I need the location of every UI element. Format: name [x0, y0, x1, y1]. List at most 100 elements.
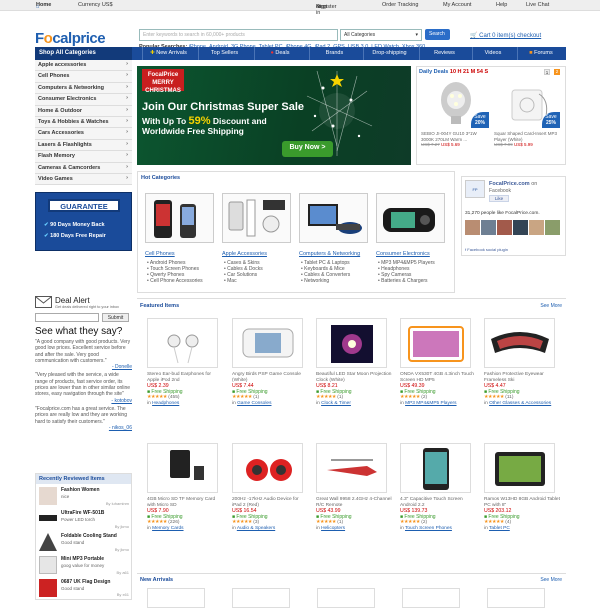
product-card[interactable] [317, 588, 375, 608]
search-input[interactable]: Enter keywords to search in 60,000+ prod… [139, 29, 338, 41]
product-image[interactable] [232, 443, 303, 493]
sub-link[interactable]: • Cell Phone Accessories [147, 278, 203, 284]
category-link[interactable]: Game Consoles [237, 401, 271, 406]
category-link[interactable]: Audio & Speakers [237, 526, 275, 531]
tab-forums[interactable]: ■ Forums [517, 47, 564, 60]
sub-link[interactable]: • Mac [224, 278, 263, 284]
hot-category-electronics[interactable]: Consumer Electronics [376, 251, 430, 257]
sidebar-item-flash-memory[interactable]: Flash Memory [35, 151, 132, 163]
product-image[interactable] [316, 318, 387, 368]
product-name[interactable]: 4.3" Capacitive Touch Screen Android 2.2 [400, 497, 476, 508]
help-link[interactable]: Help [496, 2, 507, 8]
testimonial-author[interactable]: - nikos_06 [35, 425, 132, 431]
product-card[interactable]: Beautiful LED Star Moon Projection Clock… [316, 318, 392, 407]
my-account-link[interactable]: My Account [443, 2, 471, 8]
sidebar-item-cameras[interactable]: Cameras & Camcorders [35, 162, 132, 174]
category-link[interactable]: Headphones [152, 401, 179, 406]
submit-button[interactable]: Submit [102, 313, 129, 322]
tab-brands[interactable]: Brands [309, 47, 359, 60]
testimonial-author[interactable]: - Donelle [35, 364, 132, 370]
focalprice-logo[interactable]: Focalprice [35, 30, 106, 47]
product-card[interactable]: 4.3" Capacitive Touch Screen Android 2.2… [400, 443, 476, 532]
product-image[interactable] [147, 443, 218, 493]
tab-new-arrivals[interactable]: ✚ New Arrivals [142, 47, 194, 60]
product-name[interactable]: Ramos W13HD 8GB Android Tablet PC with 8… [484, 497, 560, 508]
product-card[interactable]: Fashion Protective Eyewear Frameless Ski… [484, 318, 560, 407]
category-link[interactable]: Other Glasses & Accessories [489, 401, 551, 406]
product-image[interactable] [316, 443, 387, 493]
avatar[interactable] [545, 220, 560, 235]
sidebar-item-lasers[interactable]: Lasers & Flashlights [35, 139, 132, 152]
product-card[interactable]: Great Wall 9958 2.4GHz 4-Channel R/C Rem… [316, 443, 392, 532]
product-image[interactable] [147, 318, 218, 368]
hot-category-image[interactable] [222, 193, 291, 243]
email-field[interactable] [35, 313, 99, 322]
hot-category-apple[interactable]: Apple Accessories [222, 251, 267, 257]
deals-page-1[interactable]: 1 [544, 69, 550, 75]
buy-now-button[interactable]: Buy Now > [282, 141, 333, 157]
product-name[interactable]: ONDA VX530T 4GB 4.3inch Touch Screen HD … [400, 372, 476, 383]
sidebar-item-video-games[interactable]: Video Games [35, 173, 132, 186]
sidebar-item-cars[interactable]: Cars Accessories [35, 128, 132, 140]
fb-page-name[interactable]: FocalPrice.com on [489, 181, 537, 187]
deal-item-2[interactable]: Squar Shaped Card-Insert MP3 Player (Whi… [494, 131, 562, 148]
product-name[interactable]: 200Hz -17kHz Audio Device for iPad 2 (Re… [232, 497, 308, 508]
product-card[interactable] [487, 588, 545, 608]
category-link[interactable]: Clock & Timer [321, 401, 351, 406]
avatar[interactable] [513, 220, 528, 235]
hot-category-cell-phones[interactable]: Cell Phones [145, 251, 175, 257]
product-image[interactable] [484, 318, 555, 368]
product-name[interactable]: Great Wall 9958 2.4GHz 4-Channel R/C Rem… [316, 497, 392, 508]
hot-category-image[interactable] [145, 193, 214, 243]
tab-top-sellers[interactable]: Top Sellers [198, 47, 250, 60]
review-item[interactable]: Fashion Women nice By luhaminm [39, 487, 129, 509]
product-name[interactable]: Fashion Protective Eyewear Frameless Ski [484, 372, 560, 383]
product-card[interactable]: 200Hz -17kHz Audio Device for iPad 2 (Re… [232, 443, 308, 532]
register-link[interactable]: Register [316, 4, 336, 10]
sidebar-item-apple[interactable]: Apple accessories [35, 60, 132, 72]
product-name[interactable]: Beautiful LED Star Moon Projection Clock… [316, 372, 392, 383]
product-card[interactable]: Stereo Ear-bud Earphones for Apple iPod … [147, 318, 223, 407]
product-image[interactable] [232, 318, 303, 368]
live-chat-link[interactable]: Live Chat [526, 2, 549, 8]
product-name[interactable]: 4GB Micro SD TF Memory Card with Micro S… [147, 497, 223, 508]
category-link[interactable]: MP3 MP4&MP5 Players [405, 401, 456, 406]
product-card[interactable]: Angry Birds PSP Game Console (White) US$ … [232, 318, 308, 407]
hot-category-image[interactable] [376, 193, 445, 243]
category-link[interactable]: Memory Cards [152, 526, 183, 531]
category-link[interactable]: Helicopters [321, 526, 345, 531]
tab-deals[interactable]: ● Deals [254, 47, 305, 60]
review-item[interactable]: UltraFire WF-501B Power LED torch By jkm… [39, 510, 129, 532]
product-image[interactable] [484, 443, 555, 493]
review-item[interactable]: 0687 UK Flag Design Good stand By x61 [39, 579, 129, 599]
avatar[interactable] [529, 220, 544, 235]
product-card[interactable] [147, 588, 205, 608]
hot-category-computers[interactable]: Computers & Networking [299, 251, 360, 257]
home-link[interactable]: ⌂ Home [36, 2, 51, 10]
tab-drop-shipping[interactable]: Drop-shipping [363, 47, 415, 60]
tab-videos[interactable]: Videos [472, 47, 513, 60]
shop-all-categories[interactable]: Shop All Categories [35, 47, 132, 60]
featured-see-more[interactable]: See More [540, 303, 562, 309]
product-card[interactable] [402, 588, 460, 608]
product-card[interactable]: ONDA VX530T 4GB 4.3inch Touch Screen HD … [400, 318, 476, 407]
hot-category-image[interactable] [299, 193, 368, 243]
sidebar-item-toys[interactable]: Toys & Hobbies & Watches [35, 116, 132, 129]
new-arrivals-see-more[interactable]: See More [540, 577, 562, 583]
product-card[interactable] [232, 588, 290, 608]
sub-link[interactable]: • Networking [301, 278, 350, 284]
deal-item-1[interactable]: SEBIO JI-004Y GU10 3*1W 3000K 270LM Warm… [421, 131, 489, 148]
avatar[interactable] [481, 220, 496, 235]
review-item[interactable]: Mini MP3 Portable goog value for money B… [39, 556, 129, 578]
cart-link[interactable]: 🛒 Cart 0 item(s) checkout [470, 32, 541, 39]
order-tracking-link[interactable]: Order Tracking [382, 2, 418, 8]
tab-reviews[interactable]: Reviews [419, 47, 469, 60]
product-image[interactable] [400, 318, 471, 368]
product-image[interactable] [400, 443, 471, 493]
category-link[interactable]: Tablet PC [489, 526, 510, 531]
currency-selector[interactable]: Currency US$ [78, 2, 113, 8]
testimonial-author[interactable]: - kotobov [35, 398, 132, 404]
avatar[interactable] [465, 220, 480, 235]
review-item[interactable]: Foldable Cooling Stand Good stand By jkm… [39, 533, 129, 555]
fb-like-button[interactable]: Like [489, 195, 509, 202]
